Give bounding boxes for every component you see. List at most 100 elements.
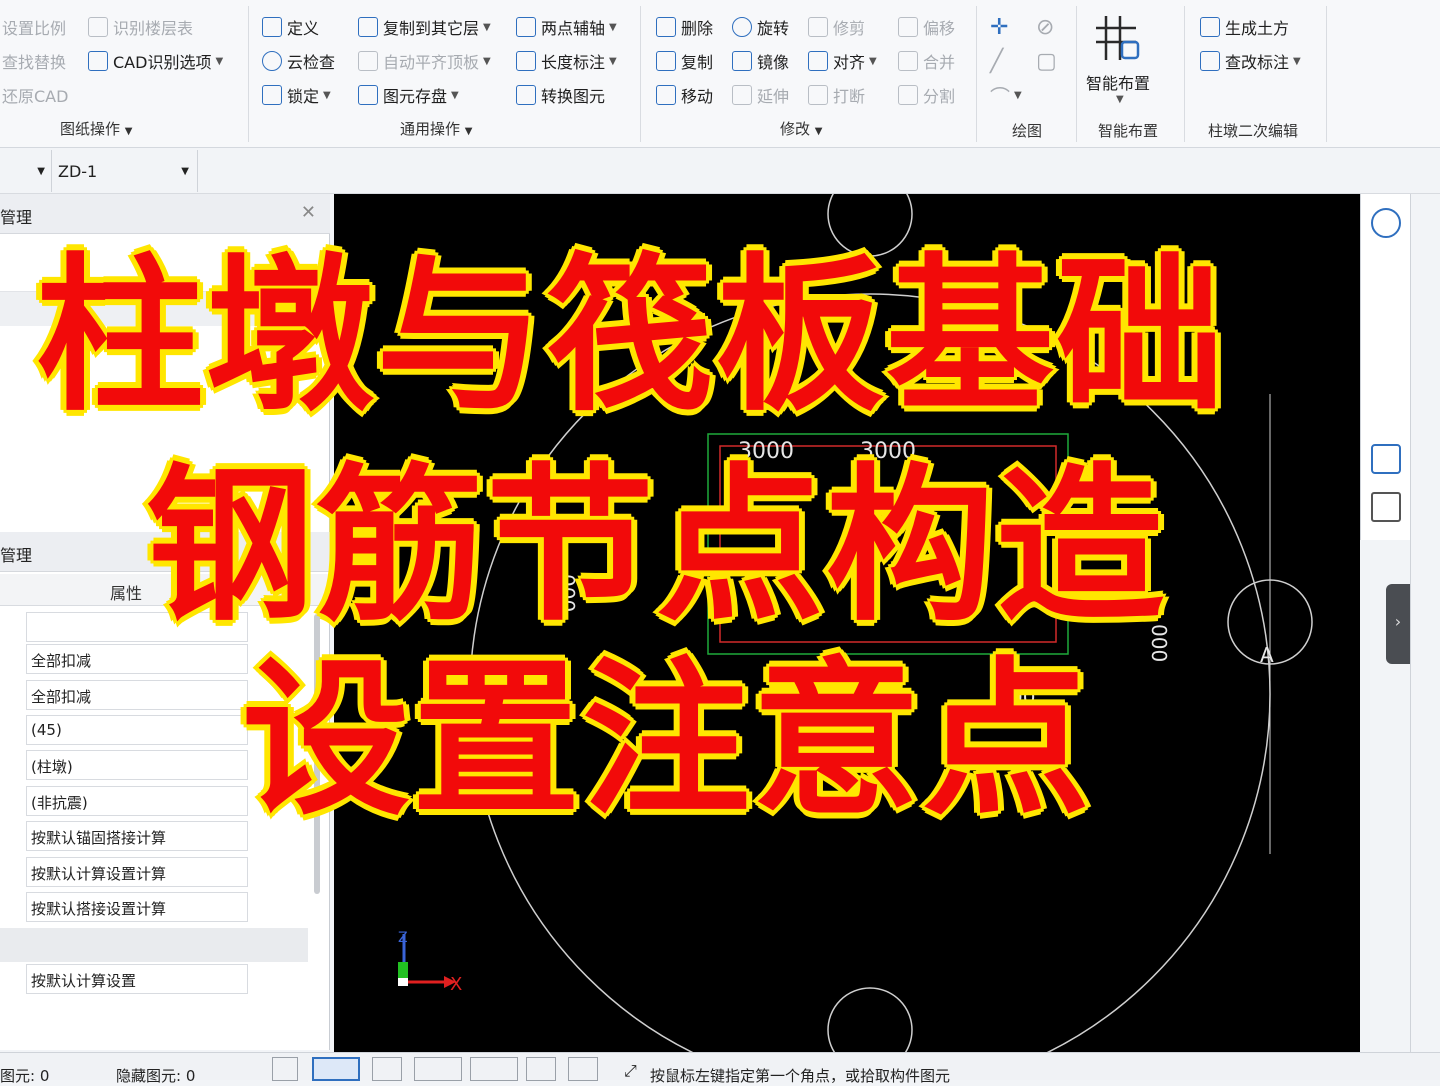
property-value-cell[interactable]: 全部扣减 bbox=[26, 680, 248, 710]
extend-button[interactable]: 延伸 bbox=[732, 82, 789, 108]
trim-button[interactable]: 修剪 bbox=[808, 14, 865, 40]
rotate-label: 旋转 bbox=[757, 19, 790, 38]
cross-select-toggle[interactable] bbox=[372, 1057, 402, 1081]
polar-toggle[interactable] bbox=[568, 1057, 598, 1081]
convert-element-button[interactable]: 转换图元 bbox=[516, 82, 605, 108]
axis-label: A bbox=[1260, 643, 1274, 667]
component-manager-header: 管理 ✕ bbox=[0, 194, 330, 234]
move-button[interactable]: 移动 bbox=[656, 82, 713, 108]
property-value-cell[interactable]: (45) bbox=[26, 715, 248, 745]
set-scale-label: 设置比例 bbox=[2, 19, 67, 38]
chevron-right-icon: › bbox=[1394, 612, 1402, 631]
snap-mode-toggle[interactable] bbox=[312, 1057, 360, 1081]
dimension-icon bbox=[516, 51, 536, 71]
property-value-cell[interactable]: 全部扣减 bbox=[26, 644, 248, 674]
display-settings-icon[interactable] bbox=[1371, 492, 1401, 522]
cad-options-label: CAD识别选项 bbox=[113, 53, 212, 72]
chevron-down-icon: ▼ bbox=[1014, 89, 1022, 101]
mirror-button[interactable]: 镜像 bbox=[732, 48, 789, 74]
cloud-check-button[interactable]: 云检查 bbox=[262, 48, 335, 74]
auto-align-top-label: 自动平齐顶板 bbox=[383, 53, 480, 72]
trim-label: 修剪 bbox=[833, 19, 866, 38]
rectangle-icon: ▢ bbox=[1036, 48, 1057, 74]
edit-annotation-button[interactable]: 查改标注 ▼ bbox=[1200, 48, 1301, 74]
chevron-down-icon: ▼ bbox=[869, 55, 877, 67]
length-dimension-button[interactable]: 长度标注 ▼ bbox=[516, 48, 617, 74]
cad-icon bbox=[88, 51, 108, 71]
orbit-icon[interactable] bbox=[1371, 208, 1401, 238]
right-side-panel bbox=[1410, 194, 1440, 1052]
break-button[interactable]: 打断 bbox=[808, 82, 865, 108]
command-hint: 按鼠标左键指定第一个角点，或拾取构件图元 bbox=[650, 1067, 951, 1085]
svg-text:X: X bbox=[450, 974, 462, 995]
ortho-toggle[interactable] bbox=[272, 1057, 298, 1081]
offset-button[interactable]: 偏移 bbox=[898, 14, 955, 40]
two-point-axis-button[interactable]: 两点辅轴 ▼ bbox=[516, 14, 617, 40]
point-draw-button[interactable]: ✛ bbox=[990, 14, 1008, 40]
cad-options-button[interactable]: CAD识别选项 ▼ bbox=[88, 48, 223, 74]
overlay-title-line-3: 设置注意点 bbox=[241, 641, 1092, 840]
group-label-pier-edit: 柱墩二次编辑 bbox=[1208, 122, 1299, 140]
chevron-down-icon: ▼ bbox=[483, 55, 491, 67]
line-draw-button[interactable]: ╱ bbox=[990, 48, 1003, 74]
svg-text:Z: Z bbox=[398, 930, 408, 946]
auto-align-top-button[interactable]: 自动平齐顶板 ▼ bbox=[358, 48, 491, 74]
offset-toggle[interactable] bbox=[470, 1057, 518, 1081]
align-button[interactable]: 对齐 ▼ bbox=[808, 48, 877, 74]
smart-layout-label[interactable]: 智能布置 bbox=[1086, 70, 1150, 94]
chevron-down-icon: ▼ bbox=[181, 165, 189, 177]
chevron-down-icon: ▼ bbox=[609, 55, 617, 67]
restore-cad-button[interactable]: 还原CAD bbox=[2, 82, 68, 108]
smart-layout-button[interactable] bbox=[1092, 12, 1148, 64]
circle-draw-button[interactable]: ⊘ bbox=[1036, 14, 1054, 40]
cube-view-icon[interactable] bbox=[1371, 444, 1401, 474]
set-scale-button[interactable]: 设置比例 bbox=[2, 14, 66, 40]
rect-draw-button[interactable]: ▢ bbox=[1036, 48, 1057, 74]
expand-panel-button[interactable]: › bbox=[1386, 584, 1410, 664]
dynamic-input-toggle[interactable] bbox=[526, 1057, 556, 1081]
property-value-cell[interactable]: 按默认搭接设置计算 bbox=[26, 892, 248, 922]
chevron-down-icon: ▼ bbox=[609, 21, 617, 33]
property-value-cell[interactable]: 按默认计算设置 bbox=[26, 964, 248, 994]
define-button[interactable]: 定义 bbox=[262, 14, 319, 40]
find-replace-button[interactable]: 查找替换 bbox=[2, 48, 66, 74]
property-value-cell[interactable]: (柱墩) bbox=[26, 750, 248, 780]
chevron-down-icon[interactable]: ▼ bbox=[1116, 94, 1124, 105]
offset-label: 偏移 bbox=[923, 19, 956, 38]
rotate-button[interactable]: 旋转 bbox=[732, 14, 789, 40]
arc-draw-button[interactable]: ⌒ ▼ bbox=[990, 82, 1022, 109]
save-element-label: 图元存盘 bbox=[383, 87, 448, 106]
delete-button[interactable]: 删除 bbox=[656, 14, 713, 40]
separator bbox=[976, 6, 977, 142]
property-manager-title: 管理 bbox=[0, 546, 33, 565]
property-value-cell[interactable]: (非抗震) bbox=[26, 786, 248, 816]
close-icon[interactable]: ✕ bbox=[301, 202, 316, 223]
convert-icon bbox=[516, 85, 536, 105]
chevron-down-icon: ▼ bbox=[323, 89, 331, 101]
offset-icon bbox=[898, 17, 918, 37]
table-icon bbox=[88, 17, 108, 37]
angle-toggle[interactable] bbox=[414, 1057, 462, 1081]
length-dimension-label: 长度标注 bbox=[541, 53, 606, 72]
lock-button[interactable]: 锁定 ▼ bbox=[262, 82, 331, 108]
copy-to-other-floor-button[interactable]: 复制到其它层 ▼ bbox=[358, 14, 491, 40]
property-value-cell[interactable]: 按默认计算设置计算 bbox=[26, 857, 248, 887]
two-point-axis-label: 两点辅轴 bbox=[541, 19, 606, 38]
category-dropdown[interactable]: ▼ bbox=[0, 150, 52, 192]
group-label-drawing-ops: 图纸操作 ▼ bbox=[60, 120, 133, 138]
coordinate-gizmo: Z X bbox=[398, 930, 462, 995]
bottom-circle bbox=[827, 987, 913, 1073]
save-element-button[interactable]: 图元存盘 ▼ bbox=[358, 82, 459, 108]
property-value-column-header: 属性 bbox=[110, 584, 143, 603]
merge-button[interactable]: 合并 bbox=[898, 48, 955, 74]
identify-floor-table-button[interactable]: 识别楼层表 bbox=[88, 14, 193, 40]
property-value-cell[interactable]: 按默认锚固搭接计算 bbox=[26, 821, 248, 851]
hidden-count: 隐藏图元: 0 bbox=[116, 1067, 196, 1085]
generate-earthwork-button[interactable]: 生成土方 bbox=[1200, 14, 1289, 40]
convert-element-label: 转换图元 bbox=[541, 87, 606, 106]
component-dropdown[interactable]: ZD-1 ▼ bbox=[52, 150, 198, 192]
extend-icon bbox=[732, 85, 752, 105]
chevron-down-icon: ▼ bbox=[37, 165, 45, 177]
copy-button[interactable]: 复制 bbox=[656, 48, 713, 74]
split-button[interactable]: 分割 bbox=[898, 82, 955, 108]
